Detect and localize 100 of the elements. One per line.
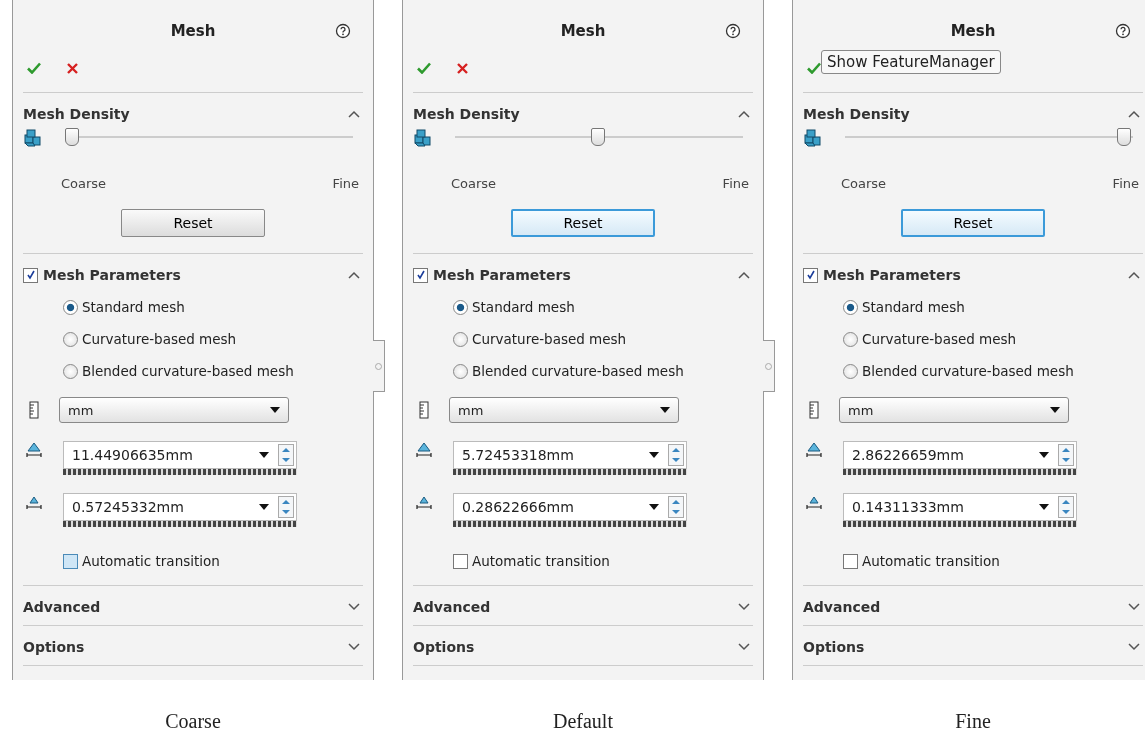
caret-icon — [660, 407, 670, 413]
radio-label: Blended curvature-based mesh — [82, 363, 294, 379]
checkbox[interactable] — [453, 553, 468, 569]
spinner-arrows-icon[interactable] — [668, 496, 684, 518]
coarse-label: Coarse — [61, 176, 107, 191]
section-title: Advanced — [803, 599, 881, 615]
figure-caption: Default — [552, 710, 614, 733]
thumbwheel[interactable] — [63, 469, 297, 475]
section-title: Options — [23, 639, 85, 655]
radio-label: Standard mesh — [472, 299, 575, 315]
section-title: Mesh Parameters — [43, 267, 181, 283]
chevron-icon[interactable] — [738, 643, 750, 651]
checkbox[interactable] — [63, 553, 78, 569]
radio-button[interactable] — [63, 299, 78, 315]
panel-handle[interactable] — [373, 340, 385, 392]
checkbox-label: Automatic transition — [472, 553, 610, 569]
section-title: Mesh Parameters — [823, 267, 961, 283]
thumbwheel[interactable] — [453, 469, 687, 475]
element-size-icon — [805, 441, 823, 459]
checkbox[interactable] — [843, 553, 858, 569]
chevron-icon[interactable] — [348, 271, 360, 279]
radio-label: Curvature-based mesh — [82, 331, 237, 347]
chevron-icon[interactable] — [738, 271, 750, 279]
chevron-icon[interactable] — [348, 643, 360, 651]
caret-icon — [1039, 504, 1049, 510]
chevron-icon[interactable] — [738, 603, 750, 611]
tooltip: Show FeatureManager — [821, 50, 1001, 74]
caret-icon — [1039, 452, 1049, 458]
reset-button[interactable]: Reset — [121, 209, 265, 237]
unit-dropdown[interactable]: mm — [449, 397, 679, 423]
radio-button[interactable] — [843, 299, 858, 315]
cancel-icon[interactable] — [67, 62, 78, 74]
thumbwheel[interactable] — [453, 521, 687, 527]
spinner-arrows-icon[interactable] — [278, 444, 294, 466]
radio-button[interactable] — [843, 331, 858, 347]
thumbwheel[interactable] — [843, 521, 1077, 527]
slider-thumb[interactable] — [1117, 128, 1131, 146]
chevron-icon[interactable] — [1128, 110, 1140, 118]
thumbwheel[interactable] — [843, 469, 1077, 475]
panel-title: Mesh — [950, 22, 996, 40]
element-size-icon — [25, 441, 43, 459]
ok-check-icon[interactable] — [27, 62, 41, 74]
caret-icon — [270, 407, 280, 413]
radio-label: Curvature-based mesh — [862, 331, 1017, 347]
help-icon[interactable] — [1115, 23, 1131, 39]
checkbox[interactable] — [803, 267, 818, 283]
cancel-icon[interactable] — [457, 62, 468, 74]
reset-button[interactable]: Reset — [901, 209, 1045, 237]
ruler-icon — [809, 401, 819, 419]
section-title: Mesh Density — [803, 106, 910, 122]
spinner-arrows-icon[interactable] — [278, 496, 294, 518]
radio-label: Blended curvature-based mesh — [862, 363, 1074, 379]
slider-thumb[interactable] — [591, 128, 605, 146]
section-title: Options — [413, 639, 475, 655]
slider-thumb[interactable] — [65, 128, 79, 146]
ruler-icon — [29, 401, 39, 419]
chevron-icon[interactable] — [348, 110, 360, 118]
chevron-icon[interactable] — [348, 603, 360, 611]
checkbox[interactable] — [23, 267, 38, 283]
radio-button[interactable] — [63, 363, 78, 379]
section-title: Mesh Density — [23, 106, 130, 122]
radio-button[interactable] — [453, 331, 468, 347]
caret-icon — [259, 452, 269, 458]
caret-icon — [1050, 407, 1060, 413]
radio-label: Curvature-based mesh — [472, 331, 627, 347]
fine-label: Fine — [722, 176, 749, 191]
checkbox-label: Automatic transition — [862, 553, 1000, 569]
coarse-label: Coarse — [451, 176, 497, 191]
spinner-arrows-icon[interactable] — [1058, 496, 1074, 518]
radio-button[interactable] — [453, 299, 468, 315]
radio-label: Standard mesh — [82, 299, 185, 315]
spinner-arrows-icon[interactable] — [1058, 444, 1074, 466]
radio-button[interactable] — [843, 363, 858, 379]
chevron-icon[interactable] — [738, 110, 750, 118]
checkbox[interactable] — [413, 267, 428, 283]
fine-label: Fine — [332, 176, 359, 191]
section-title: Mesh Density — [413, 106, 520, 122]
chevron-icon[interactable] — [1128, 603, 1140, 611]
element-size-icon — [415, 441, 433, 459]
radio-label: Blended curvature-based mesh — [472, 363, 684, 379]
section-title: Advanced — [413, 599, 491, 615]
help-icon[interactable] — [725, 23, 741, 39]
spinner-arrows-icon[interactable] — [668, 444, 684, 466]
unit-dropdown[interactable]: mm — [839, 397, 1069, 423]
radio-button[interactable] — [453, 363, 468, 379]
panel-title: Mesh — [560, 22, 606, 40]
reset-button[interactable]: Reset — [511, 209, 655, 237]
chevron-icon[interactable] — [1128, 271, 1140, 279]
section-title: Advanced — [23, 599, 101, 615]
ok-check-icon[interactable] — [807, 62, 821, 74]
radio-label: Standard mesh — [862, 299, 965, 315]
thumbwheel[interactable] — [63, 521, 297, 527]
help-icon[interactable] — [335, 23, 351, 39]
figure-caption: Fine — [954, 710, 992, 733]
unit-dropdown[interactable]: mm — [59, 397, 289, 423]
ok-check-icon[interactable] — [417, 62, 431, 74]
panel-handle[interactable] — [763, 340, 775, 392]
mesh-cubes-icon — [413, 129, 433, 149]
chevron-icon[interactable] — [1128, 643, 1140, 651]
radio-button[interactable] — [63, 331, 78, 347]
